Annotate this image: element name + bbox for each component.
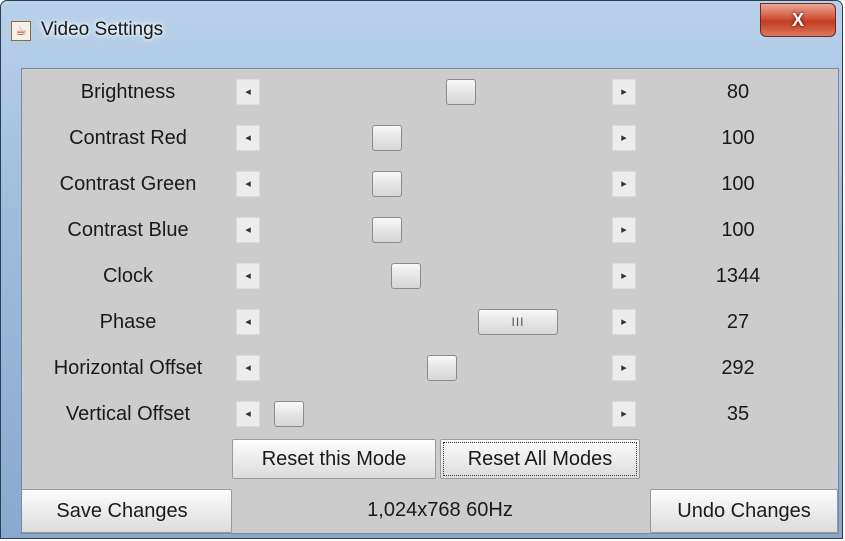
slider-thumb[interactable] — [372, 125, 402, 151]
scroll-right-arrow-icon[interactable]: ▸ — [612, 309, 636, 335]
setting-value: 80 — [726, 81, 750, 103]
setting-slider[interactable]: ◂ ▸ — [236, 125, 636, 151]
slider-track[interactable] — [260, 125, 612, 151]
setting-label: Vertical Offset — [65, 403, 191, 425]
setting-slider[interactable]: ◂ ▸ — [236, 171, 636, 197]
setting-row: Contrast Red ◂ ▸ 100 — [22, 115, 838, 161]
scroll-right-arrow-icon[interactable]: ▸ — [612, 263, 636, 289]
scroll-left-arrow-icon[interactable]: ◂ — [236, 217, 260, 243]
setting-label: Horizontal Offset — [53, 357, 203, 379]
setting-row: Contrast Green ◂ ▸ 100 — [22, 161, 838, 207]
setting-label: Contrast Blue — [67, 219, 189, 241]
setting-label: Phase — [99, 311, 157, 333]
save-changes-button[interactable]: Save Changes — [22, 489, 232, 533]
scroll-right-arrow-icon[interactable]: ▸ — [612, 171, 636, 197]
setting-slider[interactable]: ◂ ▸ — [236, 401, 636, 427]
scroll-right-arrow-icon[interactable]: ▸ — [612, 401, 636, 427]
setting-slider[interactable]: ◂ ▸ — [236, 79, 636, 105]
setting-value: 1344 — [715, 265, 761, 287]
slider-track[interactable] — [260, 263, 612, 289]
setting-value: 100 — [721, 219, 755, 241]
slider-track[interactable] — [260, 355, 612, 381]
display-mode-status: 1,024x768 60Hz — [367, 499, 513, 521]
scroll-left-arrow-icon[interactable]: ◂ — [236, 355, 260, 381]
scroll-right-arrow-icon[interactable]: ▸ — [612, 79, 636, 105]
scroll-right-arrow-icon[interactable]: ▸ — [612, 217, 636, 243]
slider-thumb[interactable] — [372, 171, 402, 197]
video-settings-window: ☕ Video Settings X Brightness ◂ ▸ 80 Contras… — [0, 0, 843, 539]
java-cup-icon: ☕ — [11, 21, 31, 41]
setting-row: Horizontal Offset ◂ ▸ 292 — [22, 345, 838, 391]
scroll-left-arrow-icon[interactable]: ◂ — [236, 263, 260, 289]
slider-thumb[interactable] — [372, 217, 402, 243]
scroll-left-arrow-icon[interactable]: ◂ — [236, 125, 260, 151]
title-bar[interactable]: ☕ Video Settings X — [1, 1, 842, 61]
slider-track[interactable] — [260, 217, 612, 243]
setting-value: 27 — [726, 311, 750, 333]
setting-label: Contrast Green — [59, 173, 197, 195]
setting-row: Brightness ◂ ▸ 80 — [22, 69, 838, 115]
reset-this-mode-button[interactable]: Reset this Mode — [232, 439, 436, 479]
scroll-left-arrow-icon[interactable]: ◂ — [236, 171, 260, 197]
setting-slider[interactable]: ◂ ▸ — [236, 355, 636, 381]
settings-panel: Brightness ◂ ▸ 80 Contrast Red ◂ ▸ 100 Contrast … — [21, 68, 839, 534]
setting-row: Clock ◂ ▸ 1344 — [22, 253, 838, 299]
setting-label: Contrast Red — [69, 127, 187, 149]
window-title: Video Settings — [41, 19, 164, 40]
slider-track[interactable] — [260, 79, 612, 105]
setting-label: Brightness — [80, 81, 176, 103]
scroll-left-arrow-icon[interactable]: ◂ — [236, 401, 260, 427]
slider-thumb[interactable] — [427, 355, 457, 381]
undo-changes-button[interactable]: Undo Changes — [650, 489, 838, 533]
reset-all-modes-button[interactable]: Reset All Modes — [440, 439, 640, 479]
slider-thumb[interactable] — [446, 79, 476, 105]
setting-slider[interactable]: ◂ III ▸ — [236, 309, 636, 335]
setting-value: 35 — [726, 403, 750, 425]
slider-thumb[interactable]: III — [478, 309, 558, 335]
setting-slider[interactable]: ◂ ▸ — [236, 217, 636, 243]
setting-slider[interactable]: ◂ ▸ — [236, 263, 636, 289]
setting-value: 100 — [721, 173, 755, 195]
close-button[interactable]: X — [760, 3, 836, 37]
setting-value: 292 — [721, 357, 755, 379]
scroll-right-arrow-icon[interactable]: ▸ — [612, 125, 636, 151]
setting-row: Contrast Blue ◂ ▸ 100 — [22, 207, 838, 253]
setting-row: Vertical Offset ◂ ▸ 35 — [22, 391, 838, 437]
slider-track[interactable] — [260, 401, 612, 427]
setting-value: 100 — [721, 127, 755, 149]
scroll-left-arrow-icon[interactable]: ◂ — [236, 309, 260, 335]
slider-thumb[interactable] — [274, 401, 304, 427]
setting-label: Clock — [102, 265, 153, 287]
scroll-right-arrow-icon[interactable]: ▸ — [612, 355, 636, 381]
scroll-left-arrow-icon[interactable]: ◂ — [236, 79, 260, 105]
slider-thumb[interactable] — [391, 263, 421, 289]
slider-track[interactable]: III — [260, 309, 612, 335]
setting-row: Phase ◂ III ▸ 27 — [22, 299, 838, 345]
slider-track[interactable] — [260, 171, 612, 197]
